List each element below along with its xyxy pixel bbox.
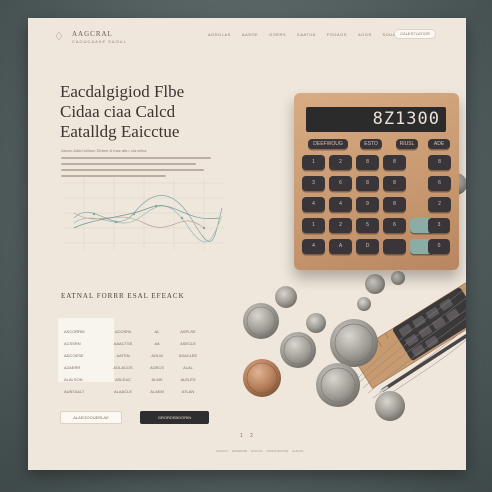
calc-key[interactable]: 2 bbox=[428, 197, 451, 212]
calc-key[interactable]: 6 bbox=[383, 218, 406, 233]
calc-key[interactable]: 6 bbox=[329, 176, 352, 191]
calc-key[interactable]: 6 bbox=[428, 176, 451, 191]
calc-key[interactable]: 8 bbox=[383, 176, 406, 191]
calc-key[interactable]: 5 bbox=[356, 218, 379, 233]
calc-key[interactable]: 2 bbox=[329, 155, 352, 170]
calc-key-top[interactable]: ESTO bbox=[360, 139, 382, 149]
calc-key[interactable]: 8 bbox=[356, 176, 379, 191]
calc-key[interactable]: 1 bbox=[302, 155, 325, 170]
calculator-illustration: 8Z1300 DEEFWOUG ESTO RIUSL ADE 1 2 8 8 8… bbox=[294, 93, 459, 270]
calc-key[interactable]: 8 bbox=[383, 155, 406, 170]
calc-key[interactable] bbox=[383, 239, 406, 254]
calc-key[interactable]: 2 bbox=[329, 218, 352, 233]
calc-key[interactable]: 3 bbox=[428, 218, 450, 233]
calc-key[interactable]: 8 bbox=[356, 155, 379, 170]
calc-key[interactable]: 4 bbox=[329, 197, 352, 212]
calc-key[interactable]: 8 bbox=[428, 155, 451, 170]
calc-key[interactable]: 9 bbox=[356, 197, 379, 212]
landing-page-card: ♢ AAGCRAL CAOUCAAKE SAOUL AORGLAS AASOE … bbox=[28, 18, 466, 470]
calc-key[interactable]: 1 bbox=[302, 218, 325, 233]
calculator-display: 8Z1300 bbox=[306, 107, 446, 132]
calc-key-top[interactable]: RIUSL bbox=[396, 139, 418, 149]
calc-key[interactable]: 0 bbox=[428, 239, 450, 254]
calc-key-top[interactable]: DEEFWOUG bbox=[308, 139, 348, 149]
calc-key[interactable]: 4 bbox=[302, 197, 325, 212]
calc-key[interactable]: 8 bbox=[383, 197, 406, 212]
calc-key[interactable]: A bbox=[329, 239, 352, 254]
calc-key[interactable]: 4 bbox=[302, 239, 325, 254]
calc-key[interactable]: D bbox=[356, 239, 379, 254]
calc-key[interactable]: 3 bbox=[302, 176, 325, 191]
calc-key-top[interactable]: ADE bbox=[428, 139, 450, 149]
